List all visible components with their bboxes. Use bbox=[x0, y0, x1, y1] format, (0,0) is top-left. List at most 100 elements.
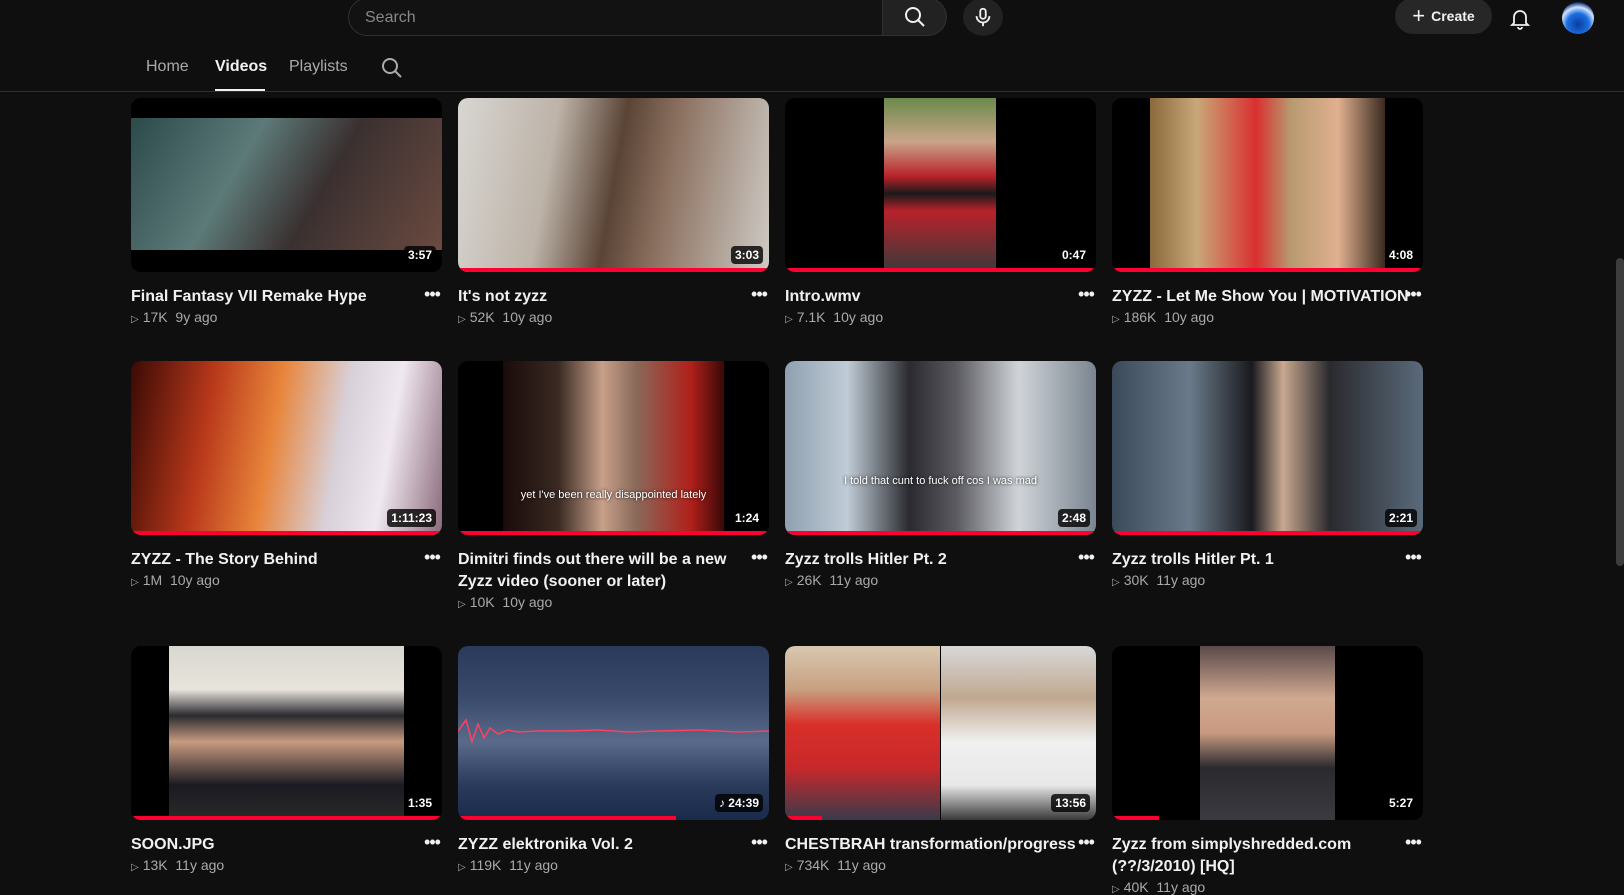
video-title[interactable]: CHESTBRAH transformation/progress bbox=[785, 834, 1076, 856]
video-card[interactable]: 5:27 Zyzz from simplyshredded.com (??/3/… bbox=[1112, 646, 1423, 895]
upload-age: 9y ago bbox=[175, 309, 218, 325]
play-icon: ▷ bbox=[458, 314, 466, 325]
video-card[interactable]: 1:35 SOON.JPG ▷ 13K 11y ago ••• bbox=[131, 646, 442, 873]
video-card[interactable]: 2:21 Zyzz trolls Hitler Pt. 1 ▷ 30K 11y a… bbox=[1112, 361, 1423, 588]
video-card[interactable]: 3:03 It's not zyzz ▷ 52K 10y ago ••• bbox=[458, 98, 769, 325]
more-options-icon[interactable]: ••• bbox=[422, 832, 442, 852]
video-card[interactable]: 0:47 Intro.wmv ▷ 7.1K 10y ago ••• bbox=[785, 98, 1096, 325]
search-icon[interactable] bbox=[380, 56, 404, 80]
more-options-icon[interactable]: ••• bbox=[1403, 284, 1423, 304]
upload-age: 11y ago bbox=[175, 857, 225, 873]
thumbnail-image bbox=[503, 361, 724, 535]
video-title[interactable]: Zyzz trolls Hitler Pt. 1 bbox=[1112, 549, 1402, 571]
more-options-icon[interactable]: ••• bbox=[749, 832, 769, 852]
duration-badge: 2:48 bbox=[1057, 509, 1090, 527]
watch-progress bbox=[1112, 531, 1423, 535]
thumbnail-image bbox=[1200, 646, 1335, 820]
video-title[interactable]: SOON.JPG bbox=[131, 834, 421, 856]
duration-badge: 13:56 bbox=[1051, 794, 1090, 812]
more-options-icon[interactable]: ••• bbox=[1403, 547, 1423, 567]
video-thumbnail[interactable]: 3:57 bbox=[131, 98, 442, 272]
video-card[interactable]: yet I've been really disappointed lately… bbox=[458, 361, 769, 610]
duration-badge: 1:35 bbox=[403, 794, 436, 812]
more-options-icon[interactable]: ••• bbox=[1076, 832, 1096, 852]
scrollbar[interactable] bbox=[1616, 258, 1624, 566]
video-thumbnail[interactable]: 5:27 bbox=[1112, 646, 1423, 820]
duration-badge: 5:27 bbox=[1384, 794, 1417, 812]
search-button[interactable] bbox=[883, 0, 947, 36]
more-options-icon[interactable]: ••• bbox=[422, 547, 442, 567]
view-count: 40K bbox=[1123, 879, 1149, 895]
video-thumbnail[interactable]: 4:08 bbox=[1112, 98, 1423, 272]
video-thumbnail[interactable]: 3:03 bbox=[458, 98, 769, 272]
tab-home[interactable]: Home bbox=[146, 58, 189, 76]
create-button[interactable]: + Create bbox=[1395, 0, 1492, 34]
view-count: 7.1K bbox=[796, 309, 826, 325]
search-input[interactable] bbox=[363, 0, 867, 37]
video-card[interactable]: I told that cunt to fuck off cos I was m… bbox=[785, 361, 1096, 588]
view-count: 10K bbox=[469, 594, 495, 610]
search-box[interactable] bbox=[348, 0, 883, 37]
more-options-icon[interactable]: ••• bbox=[749, 547, 769, 567]
view-count: 13K bbox=[142, 857, 168, 873]
search-icon bbox=[904, 7, 925, 27]
voice-search-button[interactable] bbox=[963, 0, 1003, 36]
video-thumbnail[interactable]: 0:47 bbox=[785, 98, 1096, 272]
video-meta: ▷ 26K 11y ago bbox=[785, 572, 1096, 588]
upload-age: 11y ago bbox=[837, 857, 886, 873]
video-card[interactable]: 4:08 ZYZZ - Let Me Show You | MOTIVATION… bbox=[1112, 98, 1423, 325]
video-title[interactable]: Zyzz trolls Hitler Pt. 2 bbox=[785, 549, 1075, 571]
video-title[interactable]: Intro.wmv bbox=[785, 286, 1075, 308]
play-icon: ▷ bbox=[1112, 577, 1120, 588]
more-options-icon[interactable]: ••• bbox=[749, 284, 769, 304]
video-title[interactable]: ZYZZ - The Story Behind bbox=[131, 549, 421, 571]
more-options-icon[interactable]: ••• bbox=[1076, 547, 1096, 567]
video-thumbnail[interactable]: 13:56 bbox=[785, 646, 1096, 820]
more-options-icon[interactable]: ••• bbox=[1403, 832, 1423, 852]
video-thumbnail[interactable]: ♪ 24:39 bbox=[458, 646, 769, 820]
video-title[interactable]: Zyzz from simplyshredded.com (??/3/2010)… bbox=[1112, 834, 1402, 878]
video-title[interactable]: ZYZZ - Let Me Show You | MOTIVATION bbox=[1112, 286, 1409, 308]
video-thumbnail[interactable]: 1:35 bbox=[131, 646, 442, 820]
video-thumbnail[interactable]: 2:21 bbox=[1112, 361, 1423, 535]
video-title[interactable]: Final Fantasy VII Remake Hype bbox=[131, 286, 421, 308]
create-label: Create bbox=[1431, 8, 1475, 24]
thumbnail-image bbox=[131, 118, 442, 250]
view-count: 17K bbox=[142, 309, 168, 325]
duration-badge: 1:11:23 bbox=[387, 509, 436, 527]
video-title[interactable]: It's not zyzz bbox=[458, 286, 748, 308]
video-thumbnail[interactable]: yet I've been really disappointed lately… bbox=[458, 361, 769, 535]
video-card[interactable]: ♪ 24:39 ZYZZ elektronika Vol. 2 ▷ 119K 11… bbox=[458, 646, 769, 873]
video-card[interactable]: 3:57 Final Fantasy VII Remake Hype ▷ 17K … bbox=[131, 98, 442, 325]
video-title[interactable]: Dimitri finds out there will be a new Zy… bbox=[458, 549, 748, 593]
watch-progress bbox=[458, 531, 769, 535]
duration-badge: 4:08 bbox=[1384, 246, 1417, 264]
video-thumbnail[interactable]: 1:11:23 bbox=[131, 361, 442, 535]
video-caption: I told that cunt to fuck off cos I was m… bbox=[843, 475, 1037, 487]
video-title[interactable]: ZYZZ elektronika Vol. 2 bbox=[458, 834, 748, 856]
notifications-button[interactable] bbox=[1504, 2, 1536, 34]
plus-icon: + bbox=[1412, 3, 1426, 28]
audio-waveform bbox=[458, 718, 769, 745]
thumbnail-image bbox=[785, 646, 940, 820]
watch-progress bbox=[785, 268, 1096, 272]
watch-progress bbox=[131, 531, 442, 535]
tab-playlists[interactable]: Playlists bbox=[289, 58, 348, 76]
video-meta: ▷ 17K 9y ago bbox=[131, 309, 442, 325]
video-meta: ▷ 119K 11y ago bbox=[458, 857, 769, 873]
more-options-icon[interactable]: ••• bbox=[422, 284, 442, 304]
thumbnail-image bbox=[169, 646, 404, 820]
video-thumbnail[interactable]: I told that cunt to fuck off cos I was m… bbox=[785, 361, 1096, 535]
avatar[interactable] bbox=[1562, 2, 1594, 34]
bell-icon bbox=[1509, 10, 1531, 30]
watch-progress bbox=[785, 816, 823, 820]
upload-age: 10y ago bbox=[169, 572, 220, 588]
play-icon: ▷ bbox=[458, 862, 466, 873]
more-options-icon[interactable]: ••• bbox=[1076, 284, 1096, 304]
tab-videos[interactable]: Videos bbox=[215, 58, 267, 76]
duration-badge: 3:57 bbox=[403, 246, 436, 264]
view-count: 1M bbox=[142, 572, 163, 588]
video-card[interactable]: 1:11:23 ZYZZ - The Story Behind ▷ 1M 10y … bbox=[131, 361, 442, 588]
video-meta: ▷ 13K 11y ago bbox=[131, 857, 442, 873]
video-card[interactable]: 13:56 CHESTBRAH transformation/progress … bbox=[785, 646, 1096, 873]
